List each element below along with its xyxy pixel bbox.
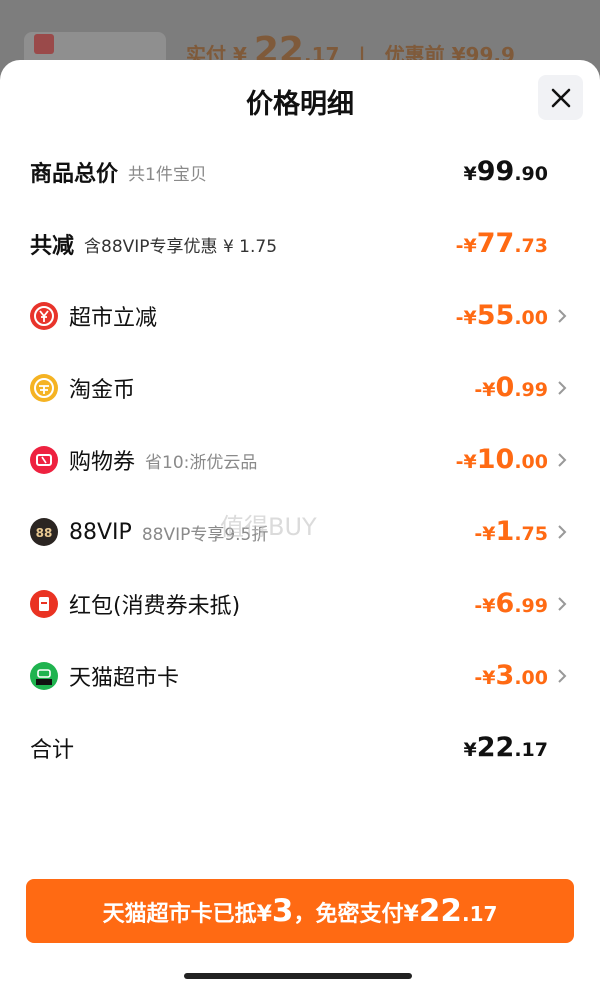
tmall-market-card-icon — [30, 662, 58, 690]
row-amount: - ¥0.99 — [474, 372, 548, 403]
confirm-pay-button[interactable]: 天猫超市卡已抵 ¥3 ，免密支付 ¥22.17 — [26, 879, 574, 943]
watermark: 值得BUY — [220, 513, 317, 541]
chevron-right-icon — [558, 525, 567, 539]
vip-88-icon: 88 — [30, 518, 58, 546]
row-amount: ¥99.90 — [463, 156, 548, 187]
red-envelope-icon — [30, 590, 58, 618]
close-icon — [551, 88, 570, 107]
sheet-title: 价格明细 — [246, 89, 354, 120]
row-label: 共减 — [30, 234, 75, 259]
chevron-right-icon — [558, 597, 567, 611]
red-yen-icon — [30, 302, 58, 330]
row-label: 淘金币 — [69, 378, 136, 403]
row-label: 合计 — [30, 738, 75, 763]
row-amount: - ¥77.73 — [455, 228, 548, 259]
row-grand-total: 合计 ¥22.17 — [30, 728, 570, 768]
chevron-right-icon — [558, 309, 567, 323]
row-label: 超市立减 — [69, 306, 158, 331]
coupon-icon — [30, 446, 58, 474]
row-total-discount: 共减 含88VIP专享优惠 ¥ 1.75 - ¥77.73 — [30, 224, 570, 264]
row-label: 红包(消费券未抵) — [69, 594, 241, 619]
row-sub: 省10:浙优云品 — [145, 452, 258, 473]
row-label: 购物券 — [69, 450, 136, 475]
home-indicator[interactable] — [184, 973, 412, 979]
chevron-right-icon — [558, 669, 567, 683]
row-sub: 共1件宝贝 — [128, 164, 207, 185]
row-label: 天猫超市卡 — [69, 666, 180, 691]
row-supermarket-discount[interactable]: 超市立减 - ¥55.00 — [30, 296, 570, 336]
row-red-envelope[interactable]: 红包(消费券未抵) - ¥6.99 — [30, 584, 570, 624]
background-shop-logo — [34, 34, 54, 54]
row-goods-total: 商品总价 共1件宝贝 ¥99.90 — [30, 152, 570, 192]
row-taojinbi[interactable]: 淘金币 - ¥0.99 — [30, 368, 570, 408]
row-amount: - ¥6.99 — [474, 588, 548, 619]
row-label: 88VIP — [69, 519, 132, 545]
chevron-right-icon — [558, 453, 567, 467]
row-amount: - ¥3.00 — [474, 660, 548, 691]
row-amount: - ¥10.00 — [455, 444, 548, 475]
row-label: 商品总价 — [30, 162, 119, 187]
svg-text:88: 88 — [36, 526, 53, 540]
close-button[interactable] — [538, 75, 583, 120]
row-sub: 含88VIP专享优惠 ¥ 1.75 — [84, 236, 278, 257]
row-amount: - ¥1.75 — [474, 516, 548, 547]
price-detail-sheet: 价格明细 商品总价 共1件宝贝 ¥99.90 共减 含88VIP专享优惠 ¥ 1… — [0, 60, 600, 989]
row-tmall-market-card[interactable]: 天猫超市卡 - ¥3.00 — [30, 656, 570, 696]
row-amount: ¥22.17 — [463, 732, 548, 763]
gold-coin-icon — [30, 374, 58, 402]
chevron-right-icon — [558, 381, 567, 395]
row-amount: - ¥55.00 — [455, 300, 548, 331]
row-shopping-coupon[interactable]: 购物券 省10:浙优云品 - ¥10.00 — [30, 440, 570, 480]
